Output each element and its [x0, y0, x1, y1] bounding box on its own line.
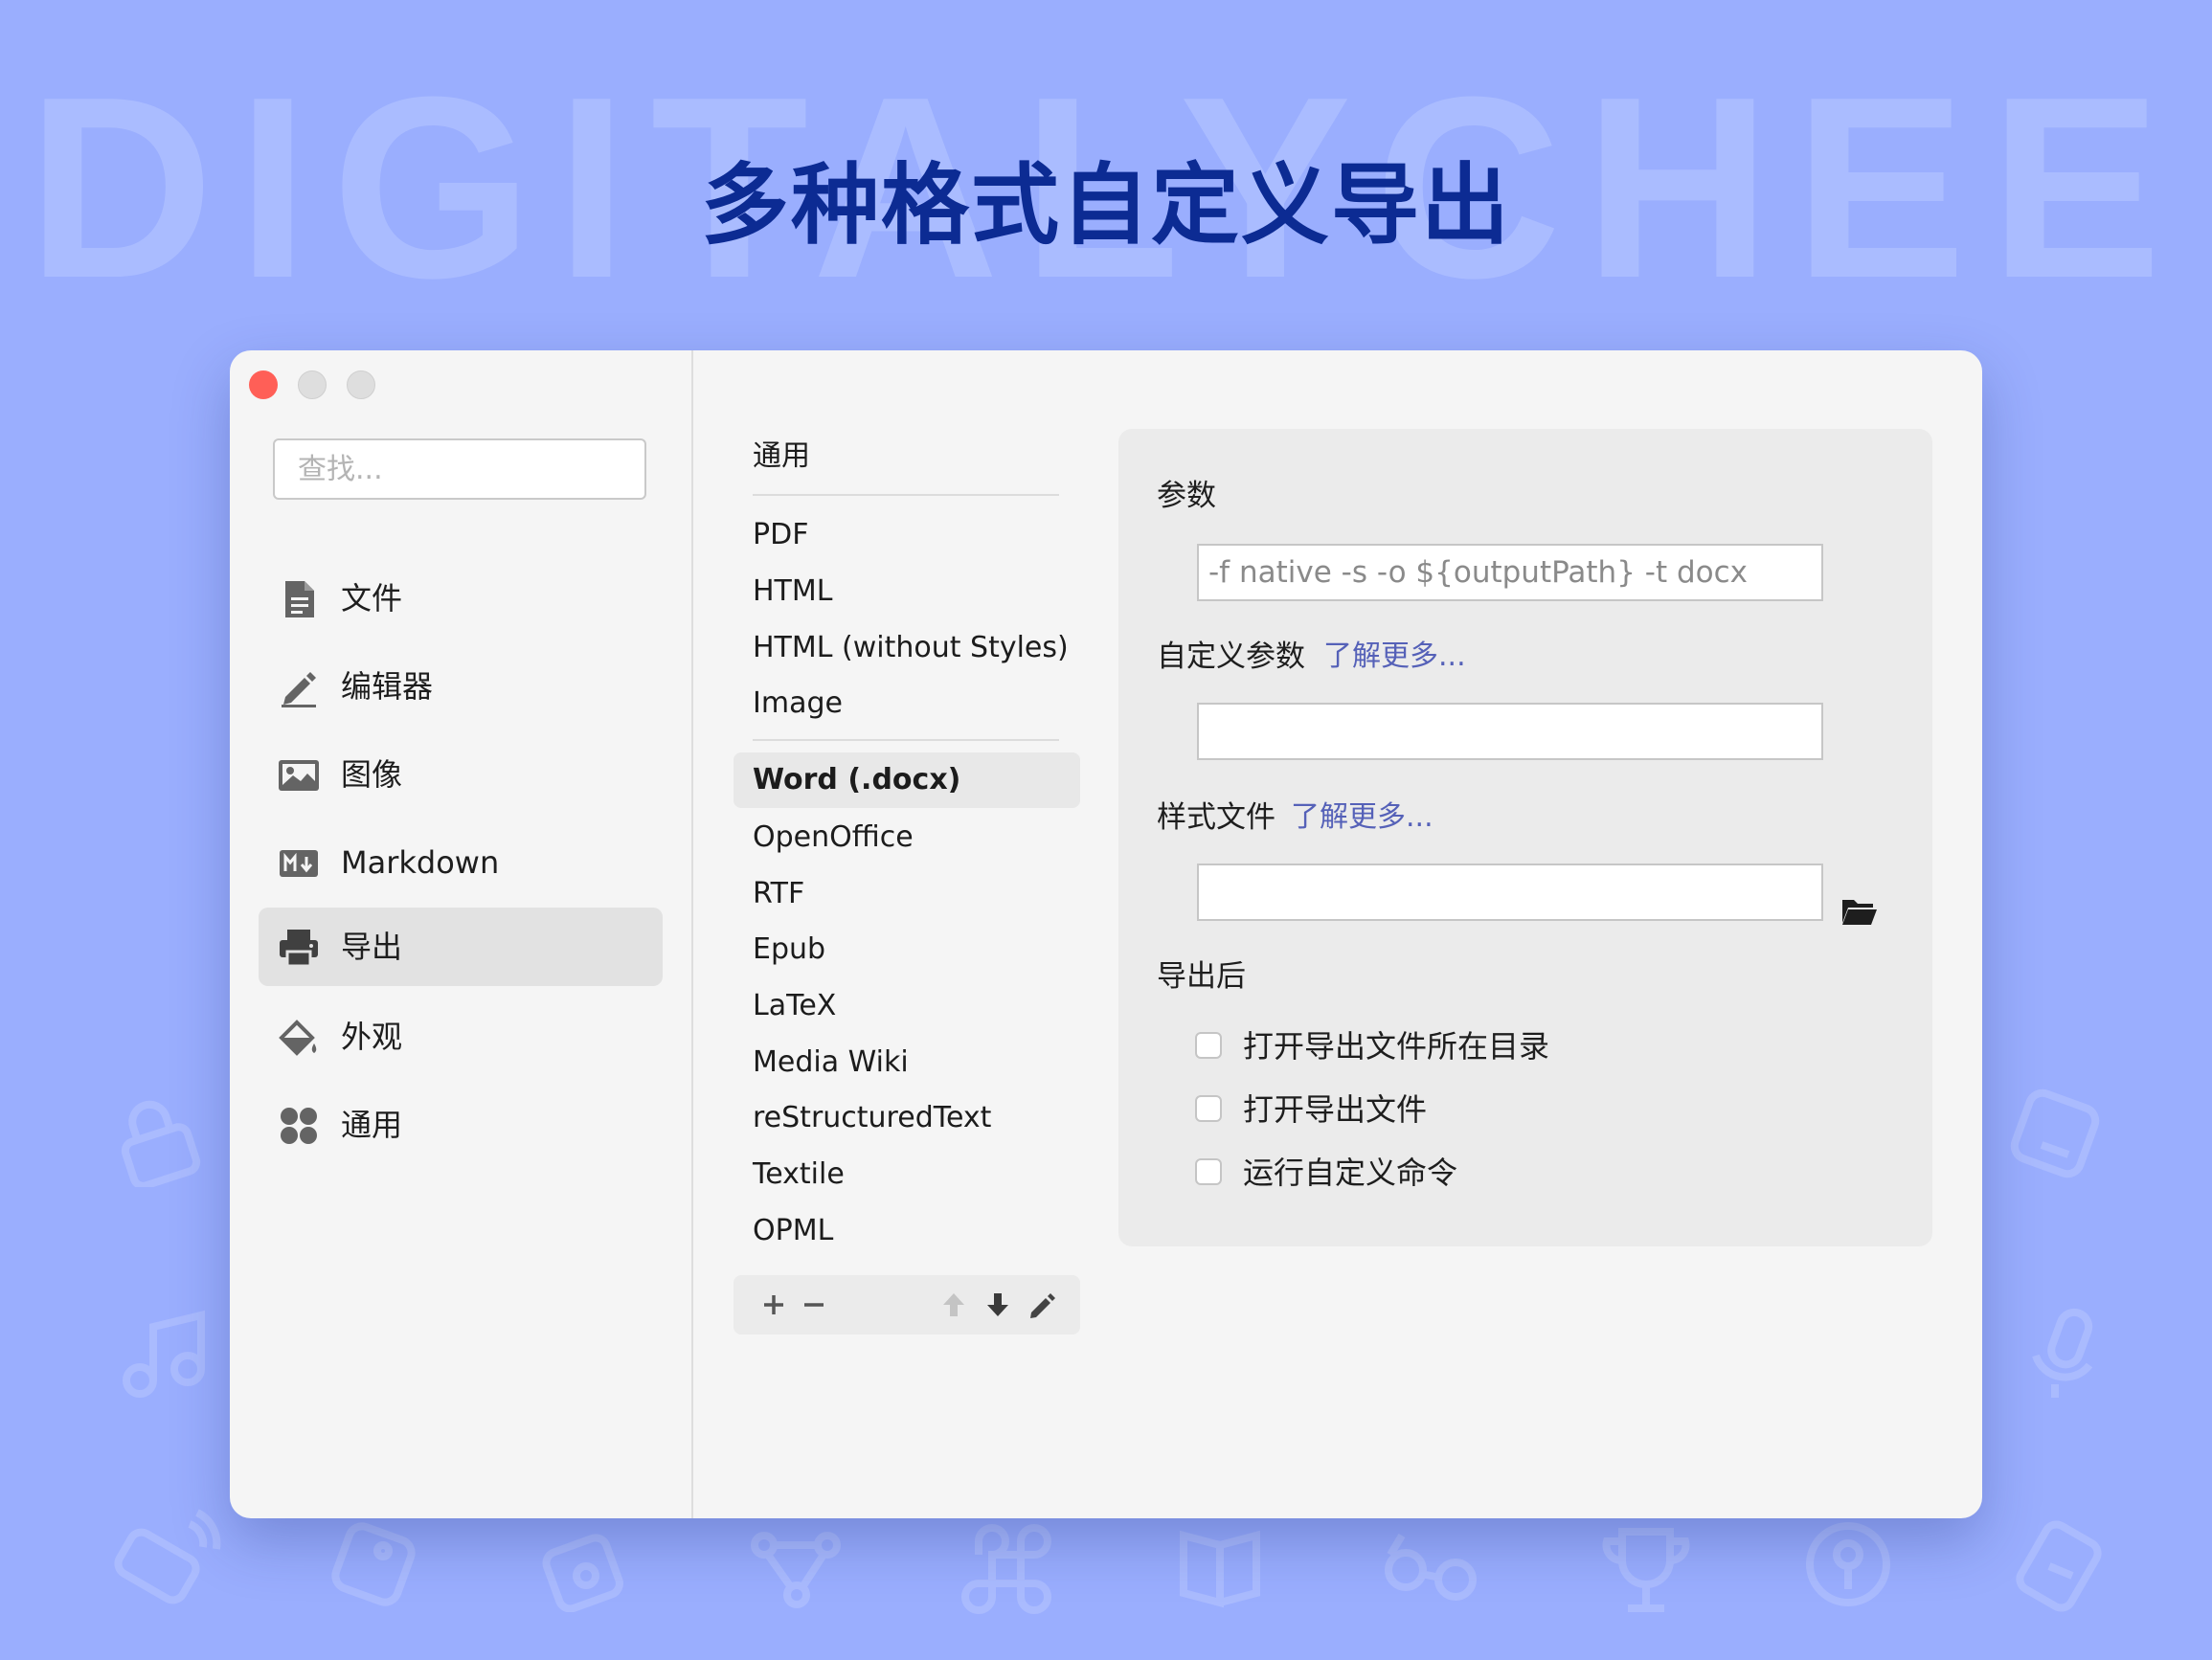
floppy-icon	[2007, 1086, 2103, 1181]
run-custom-command-checkbox[interactable]	[1195, 1158, 1222, 1185]
format-divider	[753, 494, 1059, 496]
command-key-icon	[954, 1516, 1059, 1622]
sidebar-item-markdown[interactable]: Markdown	[259, 823, 663, 902]
game-controller-icon	[107, 1499, 222, 1614]
sidebar-item-file[interactable]: 文件	[259, 559, 663, 638]
markdown-icon	[278, 842, 320, 885]
add-format-button[interactable]	[755, 1275, 793, 1335]
format-divider	[753, 739, 1059, 741]
format-item-restructuredtext[interactable]: reStructuredText	[734, 1090, 1080, 1146]
format-list-toolbar	[734, 1275, 1080, 1335]
format-item-textile[interactable]: Textile	[734, 1147, 1080, 1202]
choose-style-file-button[interactable]	[1840, 894, 1879, 929]
sidebar-item-label: 外观	[341, 1019, 403, 1055]
pencil-icon	[278, 666, 320, 708]
key-circle-icon	[1800, 1516, 1896, 1612]
music-note-icon	[113, 1302, 218, 1407]
sidebar-item-general[interactable]: 通用	[259, 1086, 663, 1164]
format-item-epub[interactable]: Epub	[734, 922, 1080, 977]
move-down-button[interactable]	[979, 1275, 1017, 1335]
custom-params-label: 自定义参数	[1157, 639, 1305, 674]
grid-icon	[278, 1105, 320, 1147]
document-tag-icon	[2011, 1516, 2107, 1612]
format-item-openoffice[interactable]: OpenOffice	[734, 810, 1080, 865]
bag-icon	[536, 1516, 632, 1612]
sidebar-item-image[interactable]: 图像	[259, 735, 663, 814]
minus-icon	[804, 1303, 824, 1307]
vector-node-icon	[743, 1516, 848, 1612]
format-item-media-wiki[interactable]: Media Wiki	[734, 1035, 1080, 1090]
trophy-icon	[1593, 1516, 1699, 1622]
move-up-button[interactable]	[935, 1275, 973, 1335]
lock-icon	[113, 1091, 209, 1187]
export-settings-panel: 参数 自定义参数 了解更多... 样式文件 了解更多... 导出后 打开导出文件…	[1118, 429, 1932, 1246]
style-file-label: 样式文件	[1157, 800, 1275, 835]
open-folder-checkbox[interactable]	[1195, 1032, 1222, 1059]
search-input[interactable]	[273, 438, 646, 500]
printer-icon	[278, 927, 320, 969]
format-item-html-without-styles[interactable]: HTML (without Styles)	[734, 620, 1080, 676]
sticker-icon	[326, 1516, 421, 1612]
remove-format-button[interactable]	[795, 1275, 833, 1335]
sidebar-item-appearance[interactable]: 外观	[259, 998, 663, 1076]
style-file-learn-more-link[interactable]: 了解更多...	[1291, 798, 1433, 837]
custom-params-input[interactable]	[1197, 703, 1823, 760]
sidebar-item-label: 文件	[341, 580, 403, 617]
pencil-icon	[1030, 1293, 1055, 1318]
open-file-checkbox[interactable]	[1195, 1095, 1222, 1122]
preferences-sidebar: 文件 编辑器 图像 Markdown 导出	[230, 350, 693, 1518]
sidebar-item-editor[interactable]: 编辑器	[259, 647, 663, 726]
arrow-down-icon	[987, 1293, 1008, 1316]
folder-icon	[1842, 900, 1877, 925]
style-file-input[interactable]	[1197, 864, 1823, 921]
sidebar-item-label: Markdown	[341, 844, 500, 881]
sidebar-item-label: 通用	[341, 1107, 403, 1143]
page-headline: 多种格式自定义导出	[700, 154, 1511, 257]
document-icon	[278, 578, 320, 620]
preferences-window: 文件 编辑器 图像 Markdown 导出	[230, 350, 1982, 1518]
custom-params-learn-more-link[interactable]: 了解更多...	[1323, 638, 1466, 676]
format-item-html[interactable]: HTML	[734, 564, 1080, 619]
sidebar-item-label: 图像	[341, 756, 403, 793]
glasses-icon	[1379, 1516, 1484, 1612]
format-item-image[interactable]: Image	[734, 676, 1080, 731]
format-group-header: 通用	[753, 439, 810, 473]
format-item-opml[interactable]: OPML	[734, 1203, 1080, 1259]
sidebar-item-label: 导出	[341, 929, 403, 965]
image-icon	[278, 754, 320, 796]
edit-format-button[interactable]	[1023, 1275, 1061, 1335]
after-export-label: 导出后	[1157, 959, 1246, 994]
sidebar-item-export[interactable]: 导出	[259, 908, 663, 986]
sidebar-item-label: 编辑器	[341, 668, 434, 705]
format-item-word[interactable]: Word (.docx)	[734, 752, 1080, 808]
format-item-latex[interactable]: LaTeX	[734, 978, 1080, 1034]
params-label: 参数	[1157, 479, 1216, 513]
microphone-icon	[2017, 1302, 2112, 1407]
format-item-rtf[interactable]: RTF	[734, 866, 1080, 922]
params-input[interactable]	[1197, 544, 1823, 601]
plus-icon	[764, 1295, 783, 1314]
paint-bucket-icon	[278, 1017, 320, 1059]
book-icon	[1168, 1516, 1274, 1612]
format-item-pdf[interactable]: PDF	[734, 507, 1080, 563]
arrow-up-icon	[943, 1293, 964, 1316]
